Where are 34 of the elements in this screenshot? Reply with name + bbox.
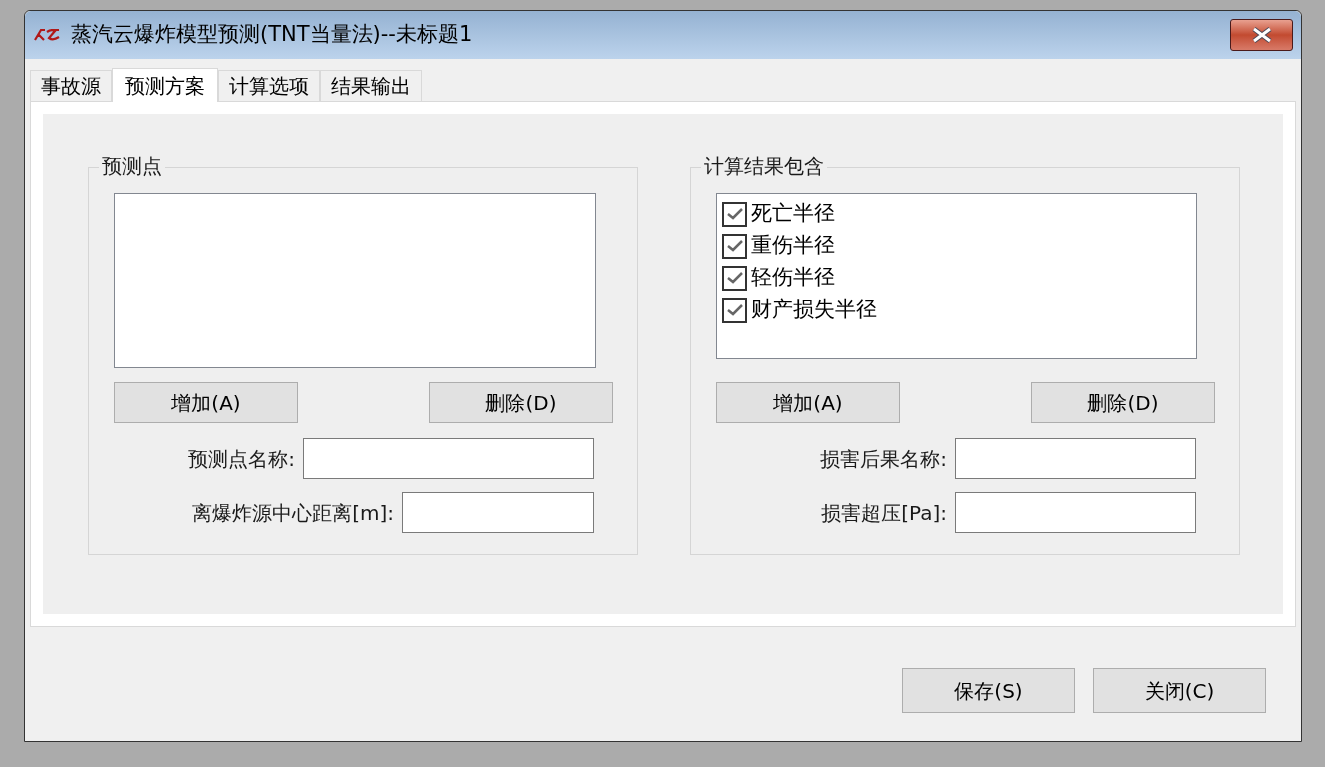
checkbox[interactable] bbox=[722, 297, 747, 323]
dialog-button[interactable]: 增加(A) bbox=[716, 382, 900, 423]
checkbox-label: 财产损失半径 bbox=[751, 296, 877, 324]
input-field[interactable] bbox=[955, 492, 1196, 533]
field-label: 离爆炸源中心距离[m]: bbox=[192, 499, 394, 527]
app-logo-icon bbox=[33, 28, 61, 42]
close-button[interactable] bbox=[1230, 19, 1293, 51]
close-icon bbox=[1250, 27, 1273, 43]
window-title: 蒸汽云爆炸模型预测(TNT当量法)--未标题1 bbox=[71, 21, 473, 49]
input-field[interactable] bbox=[955, 438, 1196, 479]
checkbox-label: 死亡半径 bbox=[751, 200, 835, 228]
dialog-button[interactable]: 保存(S) bbox=[902, 668, 1075, 713]
checkbox-label: 重伤半径 bbox=[751, 232, 835, 260]
checkmark-icon bbox=[725, 271, 744, 285]
checkmark-icon bbox=[725, 303, 744, 317]
dialog-button[interactable]: 删除(D) bbox=[1031, 382, 1215, 423]
input-field[interactable] bbox=[303, 438, 594, 479]
field-label: 损害后果名称: bbox=[820, 445, 947, 473]
tab[interactable]: 结果输出 bbox=[320, 70, 422, 101]
field-label: 损害超压[Pa]: bbox=[821, 499, 947, 527]
dialog-button[interactable]: 删除(D) bbox=[429, 382, 613, 423]
dialog-button[interactable]: 关闭(C) bbox=[1093, 668, 1266, 713]
tab[interactable]: 计算选项 bbox=[218, 70, 320, 101]
tab[interactable]: 事故源 bbox=[30, 70, 112, 101]
checkmark-icon bbox=[725, 239, 744, 253]
input-field[interactable] bbox=[402, 492, 594, 533]
checkbox[interactable] bbox=[722, 201, 747, 227]
checkbox-label: 轻伤半径 bbox=[751, 264, 835, 292]
checkbox[interactable] bbox=[722, 233, 747, 259]
dialog-button[interactable]: 增加(A) bbox=[114, 382, 298, 423]
field-label: 预测点名称: bbox=[188, 445, 295, 473]
tab[interactable]: 预测方案 bbox=[112, 68, 218, 102]
checkbox[interactable] bbox=[722, 265, 747, 291]
checkmark-icon bbox=[725, 207, 744, 221]
